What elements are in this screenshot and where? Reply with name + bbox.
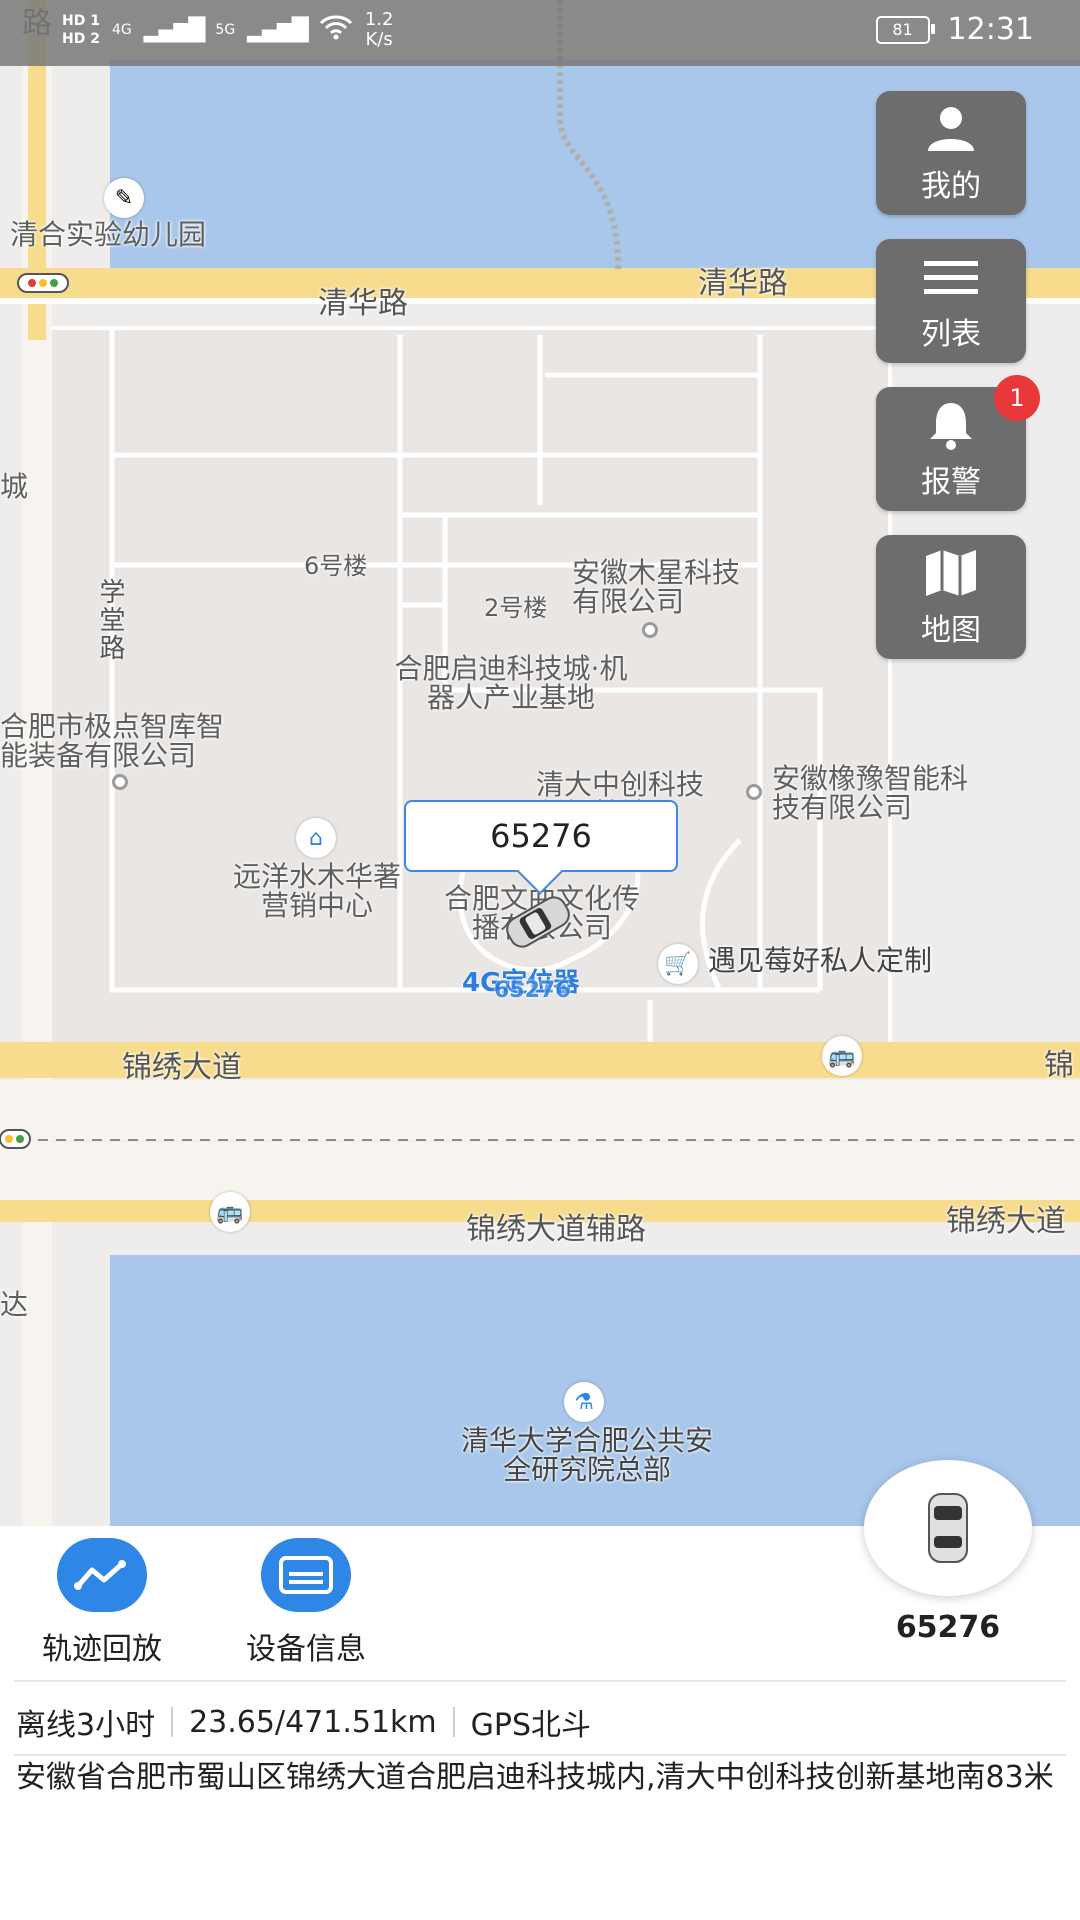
mileage: 23.65/471.51km [189, 1704, 437, 1740]
car-marker-icon[interactable] [498, 895, 578, 949]
divider-2 [14, 1754, 1066, 1756]
track-icon [57, 1538, 147, 1612]
poi-yujian[interactable]: 遇见莓好私人定制 [708, 946, 932, 976]
kindergarten-icon[interactable]: ✎ [104, 178, 144, 218]
mine-button[interactable]: 我的 [876, 91, 1026, 215]
list-icon [922, 249, 980, 305]
map-button[interactable]: 地图 [876, 535, 1026, 659]
poi-building-2[interactable]: 2号楼 [484, 595, 547, 621]
map-view[interactable]: 清华路 清华路 锦绣大道 锦 锦绣大道辅路 锦绣大道 学堂路 路 ✎ 清合实验幼… [0, 0, 1080, 1528]
poi-muxing-dot[interactable] [642, 622, 658, 638]
device-card-icon [261, 1538, 351, 1612]
device-avatar[interactable] [864, 1460, 1032, 1596]
online-status: 离线3小时 [16, 1708, 156, 1743]
road-label-qinghua-left: 清华路 [318, 286, 408, 321]
vehicle-callout[interactable]: 65276 [404, 800, 678, 872]
poi-jidian-dot[interactable] [112, 774, 128, 790]
road-label-jinxiu-aux: 锦绣大道辅路 [466, 1212, 646, 1247]
car-icon [928, 1493, 968, 1563]
network-type-2: 5G [215, 22, 236, 38]
callout-label: 65276 [490, 817, 592, 855]
signal-icon: ▂▄▆█ [143, 17, 206, 43]
battery-icon: 81 [875, 15, 935, 44]
hd-indicator: HD 1 HD 2 [62, 13, 100, 47]
divider [14, 1680, 1066, 1682]
device-address: 安徽省合肥市蜀山区锦绣大道合肥启迪科技城内,清大中创科技创新基地南83米 [16, 1760, 1054, 1795]
poi-building-6[interactable]: 6号楼 [304, 553, 367, 579]
device-name: 65276 [895, 1610, 1001, 1645]
person-icon [924, 101, 978, 157]
road-label-qinghua-right: 清华路 [698, 266, 788, 301]
road-label-jinxiu-right2: 锦绣大道 [946, 1204, 1066, 1239]
network-type-1: 4G [111, 22, 132, 38]
clock: 12:31 [947, 12, 1034, 47]
wifi-icon [319, 14, 353, 47]
device-info-button[interactable]: 设备信息 [246, 1538, 366, 1668]
status-bar: HD 1 HD 2 4G ▂▄▆█ 5G ▂▄▆█ 1.2 K/s 81 12:… [0, 0, 1080, 66]
bus-stop-icon-2[interactable]: 🚌 [210, 1192, 250, 1232]
poi-kindergarten[interactable]: 清合实验幼儿园 [10, 220, 206, 250]
map-icon [923, 545, 979, 601]
flask-icon[interactable]: ⚗ [564, 1382, 604, 1422]
poi-muxing[interactable]: 安徽木星科技有限公司 [572, 558, 742, 617]
road-label-jinxiu-right: 锦 [1044, 1048, 1074, 1083]
alarm-button[interactable]: 报警 1 [876, 375, 1040, 511]
bus-stop-icon[interactable]: 🚌 [822, 1036, 862, 1076]
net-speed: 1.2 K/s [364, 9, 394, 50]
poi-cheng: 城 [0, 470, 29, 503]
poi-jidian[interactable]: 合肥市极点智库智能装备有限公司 [0, 712, 250, 771]
poi-xiangxiang[interactable]: 安徽橡豫智能科技有限公司 [772, 764, 972, 823]
cart-icon[interactable]: 🛒 [658, 944, 698, 984]
road-label-xuetang: 学堂路 [95, 578, 125, 662]
house-icon[interactable]: ⌂ [296, 818, 336, 858]
poi-qidi[interactable]: 合肥启迪科技城·机器人产业基地 [386, 654, 636, 713]
poi-da: 达 [0, 1288, 29, 1321]
poi-xiangxiang-dot[interactable] [746, 784, 762, 800]
road-label-jinxiu-left: 锦绣大道 [122, 1050, 242, 1085]
device-stats: 离线3小时 23.65/471.51km GPS北斗 [16, 1700, 591, 1744]
list-button[interactable]: 列表 [876, 239, 1026, 363]
signal-icon-2: ▂▄▆█ [247, 17, 309, 43]
poi-research[interactable]: 清华大学合肥公共安全研究院总部 [452, 1426, 722, 1485]
alarm-count-badge: 1 [994, 375, 1040, 421]
poi-yuanyang[interactable]: 远洋水木华著营销中心 [232, 862, 402, 921]
track-playback-button[interactable]: 轨迹回放 [42, 1538, 162, 1668]
bell-icon [926, 397, 976, 453]
car-marker-label-2: 65276 [494, 978, 571, 1003]
positioning-mode: GPS北斗 [470, 1708, 592, 1743]
